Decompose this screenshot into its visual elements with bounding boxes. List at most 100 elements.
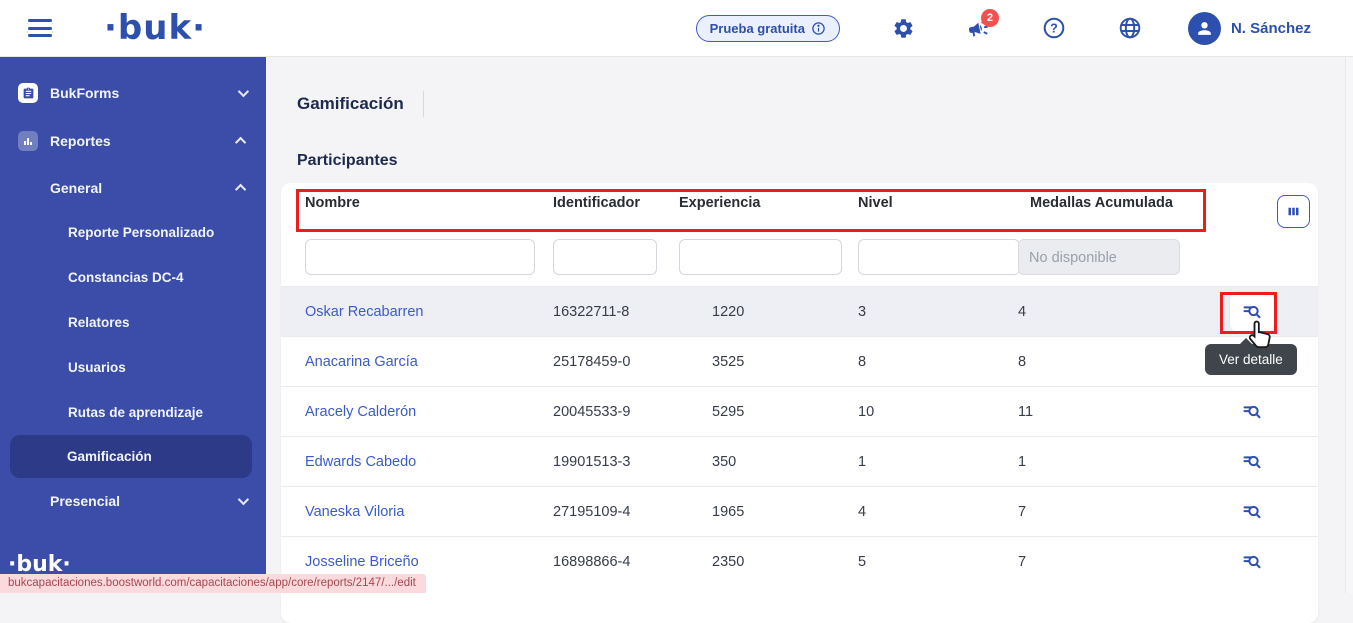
- column-header-nombre[interactable]: Nombre: [305, 195, 553, 211]
- chevron-up-icon: [235, 183, 246, 194]
- participant-name-link[interactable]: Vaneska Viloria: [305, 504, 553, 520]
- cell-experiencia: 2350: [679, 554, 858, 570]
- sidebar-item-constancias-dc4[interactable]: Constancias DC-4: [0, 255, 266, 300]
- cell-identificador: 16322711-8: [553, 304, 679, 320]
- participant-name-link[interactable]: Aracely Calderón: [305, 404, 553, 420]
- sidebar-item-rutas-de-aprendizaje[interactable]: Rutas de aprendizaje: [0, 390, 266, 435]
- top-header: ·buk· Prueba gratuita 2 ?: [0, 0, 1353, 57]
- cell-experiencia: 1220: [679, 304, 858, 320]
- filter-nombre-input[interactable]: [305, 239, 535, 275]
- sidebar-item-label: Constancias DC-4: [68, 270, 184, 285]
- gear-icon: [892, 17, 915, 40]
- header-actions: Prueba gratuita 2 ?: [696, 12, 1353, 45]
- cell-medallas: 11: [1018, 404, 1229, 420]
- participant-name-link[interactable]: Oskar Recabarren: [305, 304, 553, 320]
- chevron-up-icon: [235, 137, 246, 148]
- participant-name-link[interactable]: Edwards Cabedo: [305, 454, 553, 470]
- participant-name-link[interactable]: Anacarina García: [305, 354, 553, 370]
- cell-identificador: 25178459-0: [553, 354, 679, 370]
- list-search-icon: [1242, 502, 1262, 522]
- buk-logo: ·buk·: [104, 11, 206, 45]
- view-detail-button[interactable]: [1242, 552, 1262, 572]
- filter-identificador-input[interactable]: [553, 239, 657, 275]
- cell-experiencia: 3525: [679, 354, 858, 370]
- cell-identificador: 16898866-4: [553, 554, 679, 570]
- columns-button[interactable]: [1277, 195, 1310, 228]
- table-row: Josseline Briceño 16898866-4 2350 5 7: [281, 536, 1318, 586]
- column-header-identificador[interactable]: Identificador: [553, 195, 679, 211]
- info-icon: [811, 21, 826, 36]
- view-detail-button[interactable]: [1242, 402, 1262, 422]
- filter-experiencia-input[interactable]: [679, 239, 842, 275]
- cell-nivel: 8: [858, 354, 1018, 370]
- participants-table: Nombre Identificador Experiencia Nivel M…: [281, 183, 1318, 623]
- table-header-row: Nombre Identificador Experiencia Nivel M…: [281, 183, 1318, 223]
- table-row: Anacarina García 25178459-0 3525 8 8: [281, 336, 1318, 386]
- column-header-experiencia[interactable]: Experiencia: [679, 195, 858, 211]
- chevron-down-icon: [238, 493, 249, 504]
- sidebar-item-presencial[interactable]: Presencial: [0, 478, 266, 523]
- sidebar-item-reporte-personalizado[interactable]: Reporte Personalizado: [0, 210, 266, 255]
- list-search-icon: [1242, 452, 1262, 472]
- trial-label: Prueba gratuita: [710, 21, 805, 36]
- cell-nivel: 5: [858, 554, 1018, 570]
- sidebar-item-label: Rutas de aprendizaje: [68, 405, 203, 420]
- view-detail-button[interactable]: [1242, 452, 1262, 472]
- cell-medallas: 8: [1018, 354, 1229, 370]
- scrollbar-track[interactable]: [1345, 57, 1353, 593]
- chevron-down-icon: [238, 86, 249, 97]
- question-circle-icon: ?: [1042, 16, 1066, 40]
- help-button[interactable]: ?: [1042, 16, 1066, 40]
- sidebar-item-label: Reporte Personalizado: [68, 225, 214, 240]
- menu-icon[interactable]: [28, 19, 52, 37]
- sidebar-item-label: Gamificación: [67, 449, 152, 464]
- notifications-button[interactable]: 2: [967, 17, 990, 40]
- sidebar-item-usuarios[interactable]: Usuarios: [0, 345, 266, 390]
- filter-medallas-input-disabled: [1018, 239, 1180, 275]
- list-search-icon: [1242, 402, 1262, 422]
- svg-text:?: ?: [1050, 22, 1058, 36]
- cell-medallas: 7: [1018, 554, 1229, 570]
- main-content: Gamificación Participantes Nombre Identi…: [266, 57, 1353, 593]
- view-detail-button[interactable]: [1242, 502, 1262, 522]
- cell-identificador: 19901513-3: [553, 454, 679, 470]
- cell-nivel: 10: [858, 404, 1018, 420]
- person-icon: [1195, 19, 1214, 38]
- cell-nivel: 4: [858, 504, 1018, 520]
- sidebar-item-label: BukForms: [50, 85, 119, 101]
- sidebar-item-label: Presencial: [50, 493, 120, 509]
- notification-badge: 2: [981, 9, 999, 27]
- sidebar-item-relatores[interactable]: Relatores: [0, 300, 266, 345]
- filter-nivel-input[interactable]: [858, 239, 1020, 275]
- sidebar-item-bukforms[interactable]: BukForms: [0, 69, 266, 117]
- sidebar-item-label: Reportes: [50, 133, 111, 149]
- sidebar-item-label: Usuarios: [68, 360, 126, 375]
- table-row: Aracely Calderón 20045533-9 5295 10 11: [281, 386, 1318, 436]
- cell-nivel: 1: [858, 454, 1018, 470]
- settings-button[interactable]: [892, 17, 915, 40]
- title-divider: [423, 91, 424, 117]
- section-title: Participantes: [297, 152, 1353, 170]
- page-title: Gamificación: [297, 94, 404, 114]
- sidebar-item-gamificacion[interactable]: Gamificación: [10, 435, 252, 478]
- participant-name-link[interactable]: Josseline Briceño: [305, 554, 553, 570]
- sidebar-item-label: Relatores: [68, 315, 130, 330]
- cell-experiencia: 5295: [679, 404, 858, 420]
- columns-icon: [1286, 204, 1301, 219]
- sidebar-item-reportes[interactable]: Reportes: [0, 117, 266, 165]
- trial-badge[interactable]: Prueba gratuita: [696, 15, 840, 42]
- table-row: Edwards Cabedo 19901513-3 350 1 1: [281, 436, 1318, 486]
- column-header-medallas[interactable]: Medallas Acumulada: [1018, 195, 1229, 211]
- cell-identificador: 20045533-9: [553, 404, 679, 420]
- avatar: [1188, 12, 1221, 45]
- list-search-icon: [1242, 552, 1262, 572]
- user-menu[interactable]: N. Sánchez: [1188, 12, 1311, 45]
- globe-icon: [1118, 16, 1142, 40]
- user-name: N. Sánchez: [1231, 20, 1311, 37]
- column-header-nivel[interactable]: Nivel: [858, 195, 1018, 211]
- cell-medallas: 1: [1018, 454, 1229, 470]
- language-button[interactable]: [1118, 16, 1142, 40]
- sidebar-item-general[interactable]: General: [0, 165, 266, 210]
- cell-experiencia: 350: [679, 454, 858, 470]
- table-row: Oskar Recabarren 16322711-8 1220 3 4: [281, 286, 1318, 336]
